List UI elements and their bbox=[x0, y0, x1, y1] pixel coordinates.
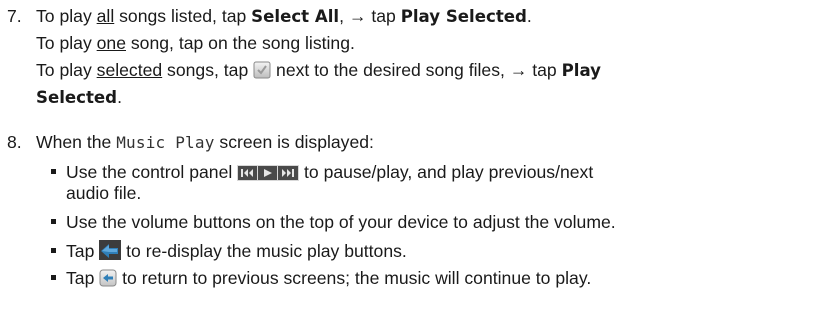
text-run: audio file. bbox=[66, 183, 142, 203]
step-8-intro: When the Music Play screen is displayed: bbox=[36, 132, 374, 153]
list-item: Tap to re-display the music play buttons… bbox=[51, 240, 407, 262]
underlined-word: all bbox=[96, 6, 115, 26]
step-7-line-4: Selected. bbox=[36, 87, 122, 108]
instruction-document: 7. To play all songs listed, tap Select … bbox=[0, 0, 819, 318]
bullet-marker bbox=[51, 219, 56, 224]
return-icon bbox=[99, 269, 117, 287]
list-item-continuation: audio file. bbox=[66, 183, 141, 204]
text-run: to re-display the music play buttons. bbox=[121, 241, 407, 261]
text-run: songs, tap bbox=[162, 60, 254, 80]
text-run: screen is displayed: bbox=[214, 132, 374, 152]
list-item: Use the volume buttons on the top of you… bbox=[51, 212, 616, 233]
step-7-line-2: To play one song, tap on the song listin… bbox=[36, 33, 355, 54]
select-all-label: Select All bbox=[251, 7, 340, 26]
text-run: songs listed, tap bbox=[114, 6, 252, 26]
media-controls-icon bbox=[237, 165, 300, 181]
play-selected-label: Play Selected bbox=[400, 7, 527, 26]
text-run: Tap bbox=[66, 268, 100, 288]
text-run: song, tap on the song listing. bbox=[126, 33, 355, 53]
text-run: Use the volume buttons on the top of you… bbox=[66, 212, 616, 232]
text-run: next to the desired song files, → tap bbox=[271, 60, 562, 80]
underlined-word: one bbox=[96, 33, 126, 53]
text-run: To play bbox=[36, 60, 97, 80]
step-number: 7. bbox=[7, 6, 22, 26]
text-run: Tap bbox=[66, 241, 100, 261]
text-run: to pause/play, and play previous/next bbox=[299, 162, 594, 182]
text-run: . bbox=[117, 87, 122, 107]
text-run: When the bbox=[36, 132, 117, 152]
list-item: Tap to return to previous screens; the m… bbox=[51, 268, 591, 289]
underlined-word: selected bbox=[96, 60, 163, 80]
bullet-marker bbox=[51, 169, 56, 174]
text-run: to return to previous screens; the music… bbox=[117, 268, 592, 288]
text-run: Use the control panel bbox=[66, 162, 238, 182]
text-run: , → tap bbox=[339, 6, 401, 26]
bullet-marker bbox=[51, 275, 56, 280]
selected-label: Selected bbox=[36, 88, 118, 107]
bullet-marker bbox=[51, 248, 56, 253]
step-7-line-1: To play all songs listed, tap Select All… bbox=[36, 6, 532, 27]
music-play-screen-name: Music Play bbox=[116, 133, 215, 152]
text-run: To play bbox=[36, 6, 97, 26]
list-item: Use the control panel to pause/play, and… bbox=[51, 162, 593, 183]
checkbox-icon bbox=[253, 61, 271, 79]
step-7-line-3: To play selected songs, tap next to the … bbox=[36, 60, 601, 81]
back-arrow-icon bbox=[99, 240, 122, 260]
play-label: Play bbox=[561, 61, 601, 80]
text-run: To play bbox=[36, 33, 97, 53]
text-run: . bbox=[526, 6, 532, 26]
step-number: 8. bbox=[7, 132, 22, 152]
